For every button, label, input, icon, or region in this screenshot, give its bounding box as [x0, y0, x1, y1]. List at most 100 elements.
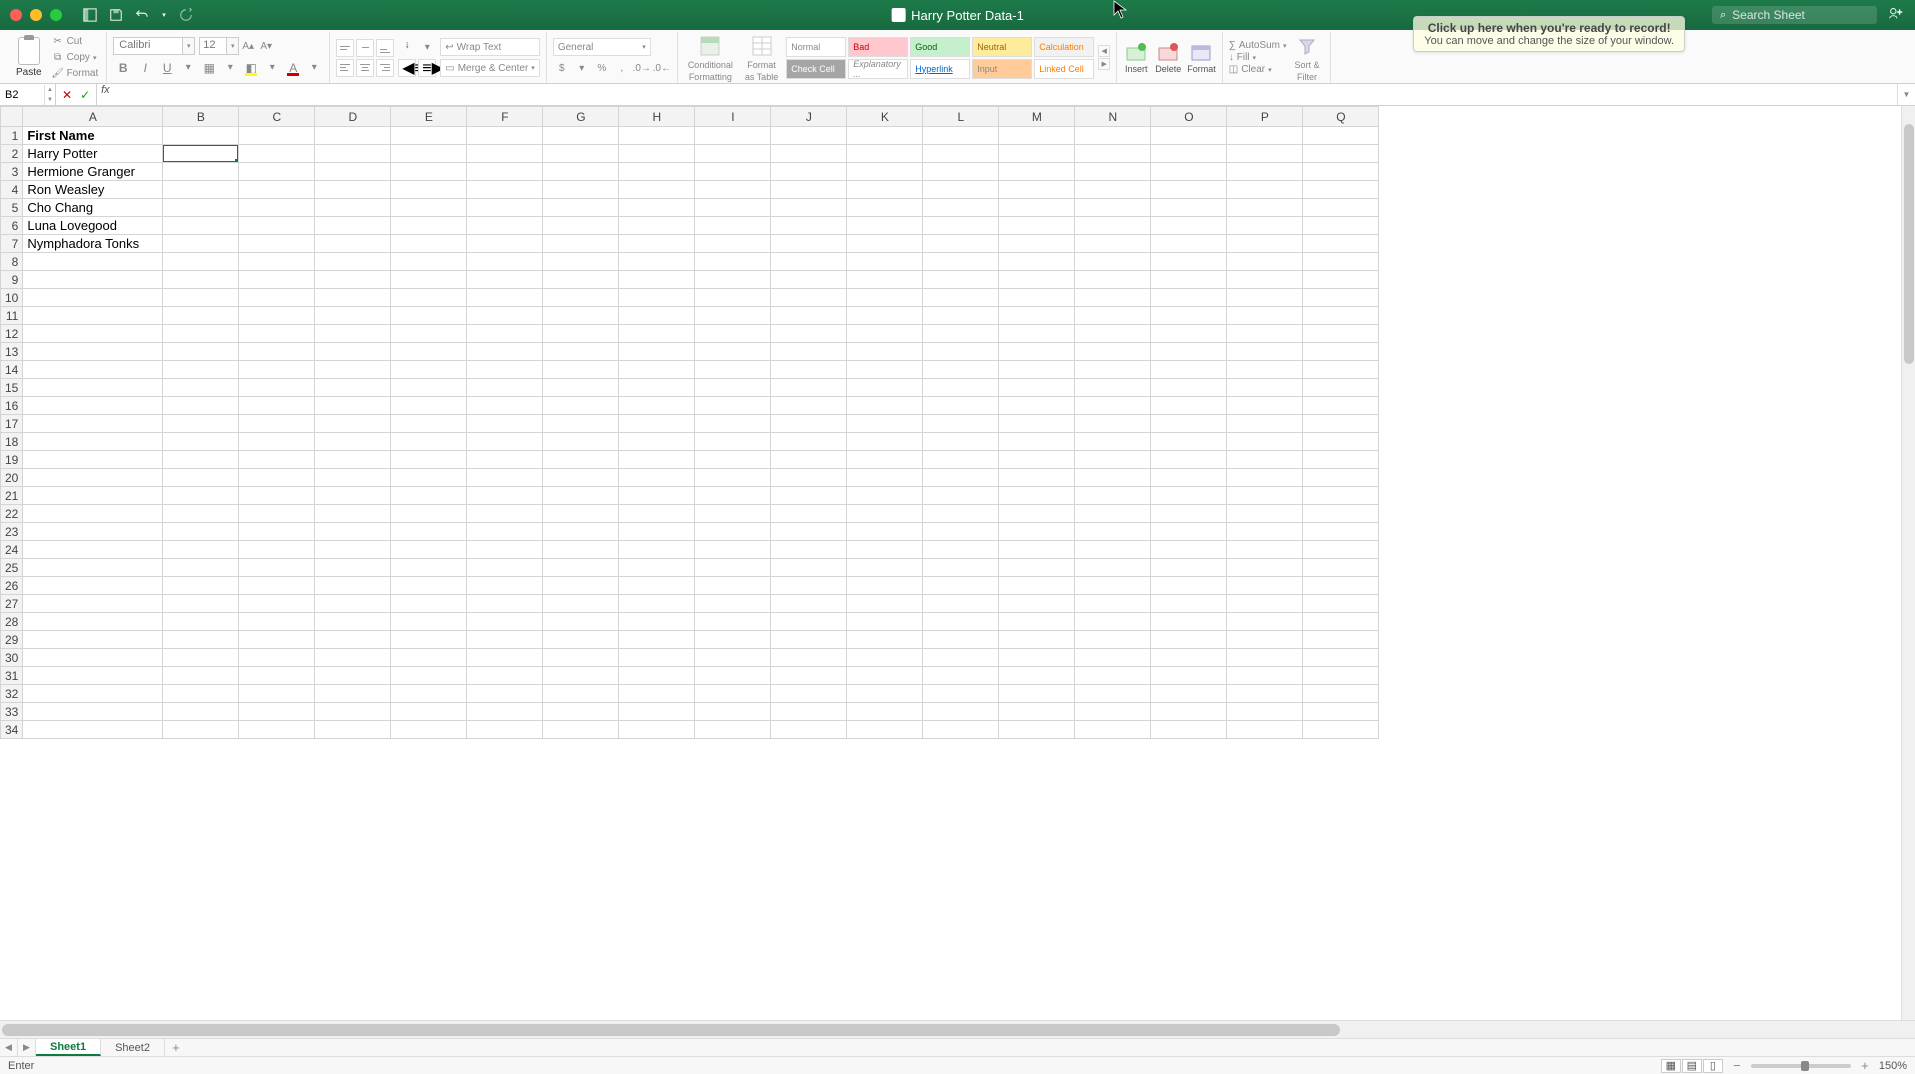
cell[interactable] [391, 613, 467, 631]
row-header[interactable]: 2 [1, 145, 23, 163]
cell[interactable] [695, 271, 771, 289]
tab-nav-next-icon[interactable]: ▶ [18, 1039, 36, 1056]
cell[interactable] [391, 523, 467, 541]
cell[interactable] [1303, 271, 1379, 289]
cell[interactable] [1303, 343, 1379, 361]
cell[interactable] [1227, 433, 1303, 451]
row-header[interactable]: 16 [1, 397, 23, 415]
cell[interactable] [1227, 631, 1303, 649]
cell[interactable] [391, 577, 467, 595]
cut-button[interactable]: ✂Cut [50, 35, 101, 49]
cell[interactable] [1075, 253, 1151, 271]
cell[interactable]: Ron Weasley [23, 181, 163, 199]
cell[interactable] [467, 505, 543, 523]
cell[interactable] [315, 685, 391, 703]
row-header[interactable]: 15 [1, 379, 23, 397]
font-color-button[interactable]: A [283, 58, 303, 78]
cell[interactable] [1075, 667, 1151, 685]
cell[interactable] [467, 379, 543, 397]
row-header[interactable]: 22 [1, 505, 23, 523]
decrease-font-icon[interactable]: A▾ [257, 37, 275, 55]
cell[interactable] [1151, 721, 1227, 739]
cell[interactable] [695, 541, 771, 559]
cell[interactable] [467, 163, 543, 181]
cell[interactable] [315, 433, 391, 451]
cell[interactable] [543, 397, 619, 415]
cell[interactable] [1075, 541, 1151, 559]
cell[interactable] [315, 487, 391, 505]
cell[interactable] [1151, 289, 1227, 307]
cell[interactable] [771, 127, 847, 145]
autosum-button[interactable]: ∑AutoSum ▾ [1229, 40, 1287, 51]
cell[interactable] [239, 217, 315, 235]
cell[interactable] [391, 559, 467, 577]
view-page-layout-icon[interactable]: ▤ [1682, 1059, 1702, 1073]
cell[interactable] [239, 325, 315, 343]
horizontal-scrollbar[interactable] [2, 1024, 1913, 1036]
cell[interactable] [23, 433, 163, 451]
formula-input[interactable] [114, 84, 1897, 105]
cell[interactable] [23, 559, 163, 577]
cell[interactable] [543, 541, 619, 559]
undo-dropdown-icon[interactable]: ▾ [160, 7, 168, 23]
cell[interactable] [619, 541, 695, 559]
cell[interactable] [467, 541, 543, 559]
cell[interactable] [619, 505, 695, 523]
cell[interactable] [847, 307, 923, 325]
cell[interactable] [315, 595, 391, 613]
cell[interactable] [315, 181, 391, 199]
cell[interactable] [239, 667, 315, 685]
cell[interactable] [695, 307, 771, 325]
cell[interactable] [239, 181, 315, 199]
cell[interactable] [771, 199, 847, 217]
cell[interactable] [695, 685, 771, 703]
cell[interactable] [847, 163, 923, 181]
cell[interactable] [467, 289, 543, 307]
cell[interactable] [923, 181, 999, 199]
cell[interactable] [1227, 307, 1303, 325]
cell[interactable] [239, 163, 315, 181]
cell[interactable] [467, 145, 543, 163]
increase-indent-button[interactable]: ≡▶ [418, 59, 436, 77]
cell[interactable] [543, 451, 619, 469]
cell[interactable] [923, 325, 999, 343]
cell[interactable] [23, 505, 163, 523]
cell[interactable] [23, 307, 163, 325]
cell[interactable] [391, 271, 467, 289]
redo-icon[interactable] [178, 7, 194, 23]
cell[interactable] [619, 235, 695, 253]
cell[interactable] [923, 487, 999, 505]
cell[interactable] [239, 451, 315, 469]
cell[interactable] [923, 577, 999, 595]
cell[interactable] [695, 433, 771, 451]
cell[interactable] [999, 721, 1075, 739]
cell[interactable] [619, 289, 695, 307]
cell[interactable] [239, 631, 315, 649]
cell[interactable] [1227, 253, 1303, 271]
cell[interactable] [391, 361, 467, 379]
cell[interactable] [999, 217, 1075, 235]
align-right-button[interactable] [376, 59, 394, 77]
cell[interactable] [999, 289, 1075, 307]
cell[interactable] [1227, 595, 1303, 613]
cell[interactable] [771, 487, 847, 505]
cell[interactable] [771, 271, 847, 289]
cell[interactable] [771, 703, 847, 721]
percent-button[interactable]: % [593, 59, 611, 77]
cell[interactable] [543, 631, 619, 649]
cell[interactable] [999, 523, 1075, 541]
row-header[interactable]: 7 [1, 235, 23, 253]
cell[interactable] [315, 721, 391, 739]
cell[interactable] [163, 307, 239, 325]
add-sheet-button[interactable]: + [165, 1039, 187, 1056]
cell[interactable] [467, 649, 543, 667]
cell[interactable] [391, 487, 467, 505]
window-minimize-button[interactable] [30, 9, 42, 21]
cell[interactable] [619, 487, 695, 505]
formula-expand-icon[interactable]: ▼ [1897, 84, 1915, 105]
column-header[interactable]: C [239, 107, 315, 127]
cell[interactable] [315, 469, 391, 487]
style-normal[interactable]: Normal [786, 37, 846, 57]
cell[interactable] [619, 613, 695, 631]
cell[interactable] [1227, 505, 1303, 523]
